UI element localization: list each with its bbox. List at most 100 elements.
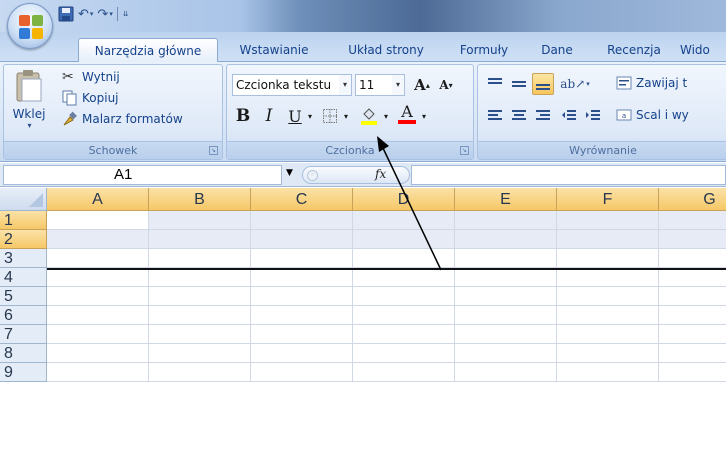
- row-header-9[interactable]: 9: [0, 363, 47, 382]
- orientation-button[interactable]: ab↗ ▾: [560, 73, 590, 95]
- cell-g1[interactable]: [659, 211, 726, 230]
- clipboard-launcher-icon[interactable]: ↘: [209, 146, 218, 155]
- increase-indent-button[interactable]: [582, 105, 604, 127]
- cell-e8[interactable]: [455, 344, 557, 363]
- cell-g6[interactable]: [659, 306, 726, 325]
- cell-f2[interactable]: [557, 230, 659, 249]
- cell-f7[interactable]: [557, 325, 659, 344]
- font-size-combo[interactable]: 11 ▾: [355, 74, 405, 96]
- font-color-button[interactable]: A: [395, 103, 419, 125]
- font-name-combo[interactable]: Czcionka tekstu ▾: [232, 74, 352, 96]
- cell-e5[interactable]: [455, 287, 557, 306]
- name-box[interactable]: A1: [3, 165, 282, 185]
- tab-home[interactable]: Narzędzia główne: [78, 38, 218, 63]
- cell-g3[interactable]: [659, 249, 726, 268]
- font-color-dropdown-icon[interactable]: ▾: [419, 105, 429, 127]
- fill-color-dropdown-icon[interactable]: ▾: [381, 105, 391, 127]
- copy-button[interactable]: Kopiuj: [62, 90, 119, 106]
- cell-e3[interactable]: [455, 249, 557, 268]
- tab-formulas[interactable]: Formuły: [450, 38, 518, 62]
- italic-button[interactable]: I: [259, 105, 279, 127]
- cell-c6[interactable]: [251, 306, 353, 325]
- cell-b8[interactable]: [149, 344, 251, 363]
- cell-a4[interactable]: [47, 268, 149, 287]
- cell-a3[interactable]: [47, 249, 149, 268]
- cell-d5[interactable]: [353, 287, 455, 306]
- customize-toolbar-icon[interactable]: ⇊: [122, 5, 129, 23]
- column-header-g[interactable]: G: [659, 188, 726, 211]
- cell-e2[interactable]: [455, 230, 557, 249]
- tab-data[interactable]: Dane: [532, 38, 582, 62]
- cell-d6[interactable]: [353, 306, 455, 325]
- cell-d2[interactable]: [353, 230, 455, 249]
- cell-e4[interactable]: [455, 268, 557, 287]
- cell-g7[interactable]: [659, 325, 726, 344]
- cell-a8[interactable]: [47, 344, 149, 363]
- cell-d4[interactable]: [353, 268, 455, 287]
- tab-review[interactable]: Recenzja: [598, 38, 670, 62]
- name-box-dropdown-icon[interactable]: ▼: [286, 168, 293, 178]
- cell-c5[interactable]: [251, 287, 353, 306]
- cell-f5[interactable]: [557, 287, 659, 306]
- decrease-indent-button[interactable]: [558, 105, 580, 127]
- row-header-7[interactable]: 7: [0, 325, 47, 344]
- cell-d3[interactable]: [353, 249, 455, 268]
- paste-dropdown-icon[interactable]: ▾: [27, 121, 31, 130]
- tab-insert[interactable]: Wstawianie: [228, 38, 320, 62]
- select-all-button[interactable]: [0, 188, 47, 211]
- bold-button[interactable]: B: [233, 105, 253, 127]
- cell-d9[interactable]: [353, 363, 455, 382]
- cell-g5[interactable]: [659, 287, 726, 306]
- insert-function-icon[interactable]: fx: [375, 167, 386, 181]
- cell-d1[interactable]: [353, 211, 455, 230]
- cut-button[interactable]: ✂ Wytnij: [62, 69, 120, 85]
- cell-g9[interactable]: [659, 363, 726, 382]
- office-button[interactable]: [7, 3, 53, 49]
- cell-d7[interactable]: [353, 325, 455, 344]
- cell-e1[interactable]: [455, 211, 557, 230]
- cell-f9[interactable]: [557, 363, 659, 382]
- column-header-b[interactable]: B: [149, 188, 251, 211]
- tab-page-layout[interactable]: Układ strony: [336, 38, 436, 62]
- cell-g2[interactable]: [659, 230, 726, 249]
- column-header-f[interactable]: F: [557, 188, 659, 211]
- underline-button[interactable]: U: [285, 105, 305, 127]
- cell-f3[interactable]: [557, 249, 659, 268]
- underline-dropdown-icon[interactable]: ▾: [305, 105, 315, 127]
- cell-b1[interactable]: [149, 211, 251, 230]
- align-right-button[interactable]: [532, 105, 554, 127]
- align-top-button[interactable]: [484, 73, 506, 95]
- font-launcher-icon[interactable]: ↘: [460, 146, 469, 155]
- spreadsheet-grid[interactable]: ABCDEFG 123456789: [0, 188, 726, 467]
- column-header-c[interactable]: C: [251, 188, 353, 211]
- borders-button[interactable]: [319, 105, 341, 127]
- cell-a1[interactable]: [47, 211, 149, 230]
- cell-g8[interactable]: [659, 344, 726, 363]
- cell-b5[interactable]: [149, 287, 251, 306]
- cell-c1[interactable]: [251, 211, 353, 230]
- cell-a2[interactable]: [47, 230, 149, 249]
- formula-input[interactable]: [411, 165, 726, 185]
- cell-a6[interactable]: [47, 306, 149, 325]
- cell-f8[interactable]: [557, 344, 659, 363]
- row-header-1[interactable]: 1: [0, 211, 47, 230]
- save-icon[interactable]: [58, 5, 74, 23]
- cell-f1[interactable]: [557, 211, 659, 230]
- cell-b4[interactable]: [149, 268, 251, 287]
- cell-c9[interactable]: [251, 363, 353, 382]
- row-header-6[interactable]: 6: [0, 306, 47, 325]
- cell-c2[interactable]: [251, 230, 353, 249]
- row-header-3[interactable]: 3: [0, 249, 47, 268]
- cell-c4[interactable]: [251, 268, 353, 287]
- font-size-dropdown-icon[interactable]: ▾: [392, 75, 404, 95]
- align-bottom-button[interactable]: [532, 73, 554, 95]
- shrink-font-button[interactable]: A ▾: [435, 74, 457, 96]
- column-header-a[interactable]: A: [47, 188, 149, 211]
- row-header-2[interactable]: 2: [0, 230, 47, 249]
- undo-icon[interactable]: ↶ ▾: [78, 5, 93, 23]
- format-painter-button[interactable]: Malarz formatów: [62, 111, 183, 127]
- merge-center-button[interactable]: a Scal i wy: [616, 107, 689, 123]
- cell-b9[interactable]: [149, 363, 251, 382]
- cell-a5[interactable]: [47, 287, 149, 306]
- cell-d8[interactable]: [353, 344, 455, 363]
